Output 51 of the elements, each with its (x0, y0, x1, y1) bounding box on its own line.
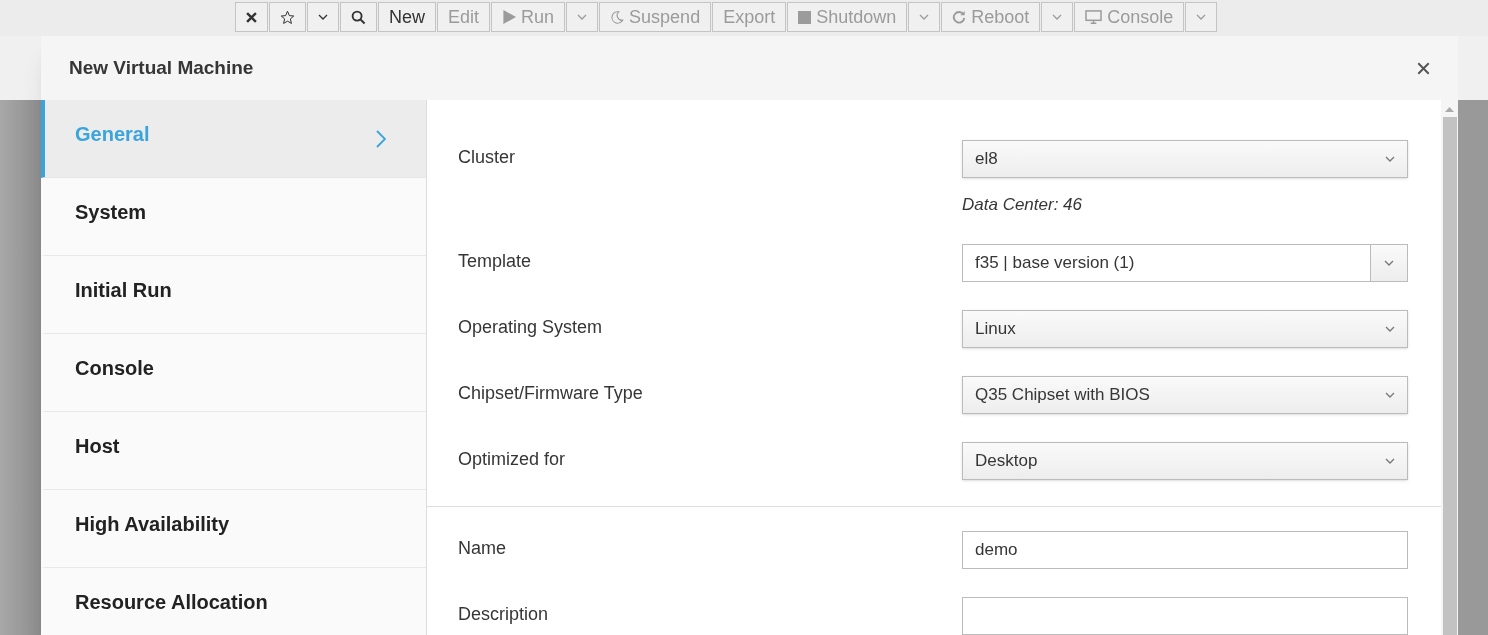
chevron-right-icon (376, 129, 386, 148)
dropdown-button[interactable] (1370, 244, 1407, 281)
select-field[interactable]: el8 (962, 140, 1408, 178)
caret-icon (577, 14, 588, 20)
caret-icon (1385, 325, 1395, 332)
caret-icon (1385, 156, 1395, 162)
close-button[interactable] (235, 2, 268, 32)
text-field[interactable] (962, 596, 1408, 635)
caret-icon (318, 14, 328, 20)
field-label: Name (458, 536, 507, 560)
field-label: Cluster (458, 146, 516, 169)
text-field[interactable]: demo (962, 530, 1408, 569)
monitor-icon (1085, 9, 1103, 25)
select-field[interactable]: Desktop (962, 441, 1408, 480)
search-icon (351, 9, 366, 25)
sidebar-tab[interactable]: Host (41, 412, 426, 490)
sidebar-tab[interactable]: System (41, 178, 426, 256)
dialog-title: New Virtual Machine (69, 55, 254, 80)
sidebar-tab[interactable]: Console (41, 334, 426, 412)
sidebar-tab[interactable]: Resource Allocation (41, 568, 426, 635)
caret-icon (1196, 14, 1207, 20)
sidebar-tab[interactable]: High Availability (41, 490, 426, 568)
select-field[interactable]: Linux (962, 309, 1408, 348)
reboot-icon (952, 10, 967, 24)
helper-text: Data Center: 46 (962, 194, 1083, 216)
select-value: el8 (975, 148, 998, 171)
field-label: Template (458, 249, 533, 273)
caret-icon (1385, 391, 1395, 398)
select-value: Linux (975, 317, 1016, 340)
select-value: Q35 Chipset with BIOS (975, 383, 1150, 406)
star-icon (280, 9, 295, 25)
field-label: Description (458, 602, 550, 626)
select-field[interactable]: Q35 Chipset with BIOS (962, 375, 1408, 414)
field-label: Chipset/Firmware Type (458, 381, 644, 405)
close-icon[interactable] (1417, 61, 1430, 75)
sidebar-tab[interactable]: Initial Run (41, 256, 426, 334)
scroll-up-icon[interactable] (1445, 106, 1454, 112)
star-button[interactable] (269, 2, 306, 32)
caret-icon (1052, 14, 1063, 20)
close-icon (246, 11, 257, 23)
caret-icon (919, 14, 930, 20)
toolbar-button[interactable]: New (378, 2, 436, 32)
caret-icon (1384, 259, 1394, 266)
search-button[interactable] (340, 2, 377, 32)
stop-icon (798, 10, 812, 24)
select-value: Desktop (975, 449, 1038, 472)
play-icon (502, 10, 517, 24)
caret-icon (1385, 457, 1395, 464)
field-label: Optimized for (458, 447, 567, 471)
moon-icon (610, 9, 625, 25)
field-label: Operating System (458, 315, 604, 339)
